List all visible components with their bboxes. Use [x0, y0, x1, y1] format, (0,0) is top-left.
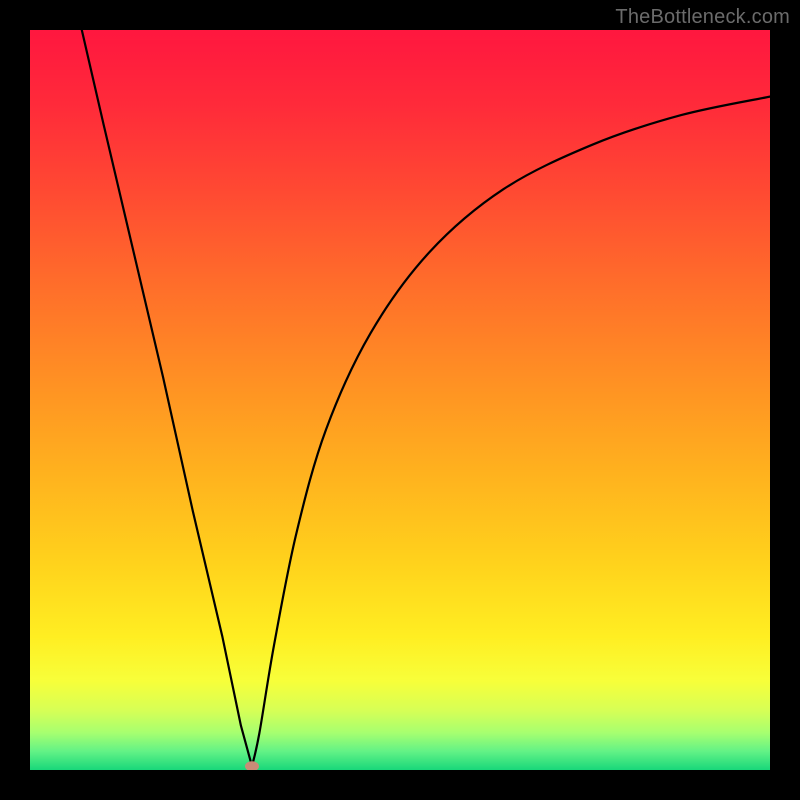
plot-area — [30, 30, 770, 770]
curve-left-segment — [82, 30, 252, 766]
curve-right-segment — [252, 97, 770, 767]
chart-stage: TheBottleneck.com — [0, 0, 800, 800]
watermark-text: TheBottleneck.com — [615, 6, 790, 29]
minimum-marker — [245, 761, 259, 770]
bottleneck-curve — [30, 30, 770, 770]
